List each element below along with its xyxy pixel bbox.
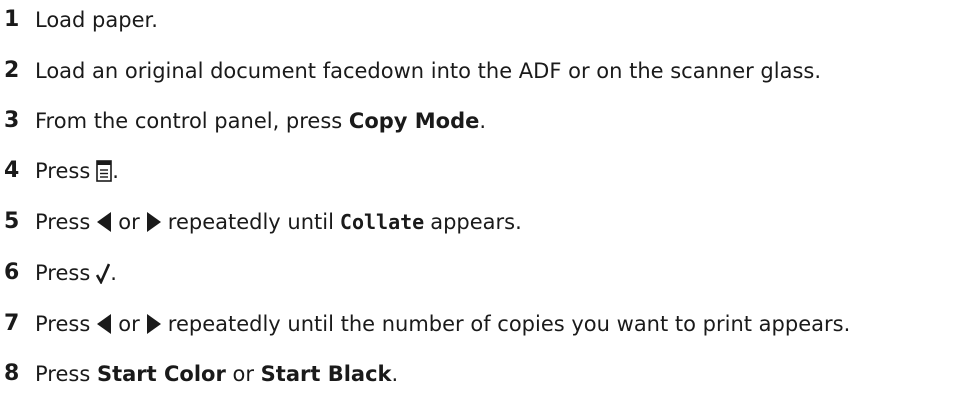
step-text-before: Press [35, 261, 91, 285]
step-text-before: Press [35, 362, 97, 386]
step-1: 1 Load paper. [0, 5, 158, 35]
step-4: 4 Press . [0, 156, 119, 186]
step-text: Load an original document facedown into … [35, 59, 822, 83]
start-color-label: Start Color [96, 362, 226, 386]
step-text-after: appears. [430, 210, 522, 234]
step-6: 6 Press . [0, 258, 117, 288]
instruction-steps: 1 Load paper. 2 Load an original documen… [0, 0, 969, 412]
step-text-before: From the control panel, press [35, 109, 349, 133]
step-text: From the control panel, press Copy Mode. [35, 106, 486, 136]
step-2: 2 Load an original document facedown int… [0, 56, 821, 86]
right-arrow-icon [146, 211, 162, 233]
step-7: 7 Press or repeatedly until the number o… [0, 309, 850, 339]
step-number: 3 [4, 108, 20, 133]
step-text-before: Press [35, 159, 91, 183]
step-number: 8 [4, 361, 20, 386]
step-text-after: . [391, 362, 399, 386]
step-text-before: Press [35, 312, 91, 336]
left-arrow-icon [96, 313, 112, 335]
step-number: 4 [4, 158, 20, 183]
step-text-after: . [112, 159, 119, 183]
menu-icon [96, 160, 113, 182]
step-text: Press or repeatedly until the number of … [35, 309, 850, 339]
step-number: 7 [4, 311, 20, 336]
or-text: or [118, 312, 140, 336]
step-text: Press . [35, 156, 119, 186]
step-8: 8 Press Start Color or Start Black. [0, 359, 398, 389]
step-text: Press . [35, 258, 117, 288]
step-number: 6 [4, 260, 20, 285]
or-text: or [225, 362, 261, 386]
step-text: Press or repeatedly until Collate appear… [35, 207, 522, 237]
step-text: Load paper. [35, 8, 158, 32]
step-text-after: repeatedly until the number of copies yo… [167, 312, 851, 336]
step-text: Press Start Color or Start Black. [35, 359, 398, 389]
left-arrow-icon [96, 211, 112, 233]
or-text: or [118, 210, 140, 234]
step-text-middle: repeatedly until [167, 210, 334, 234]
step-text-before: Press [35, 210, 91, 234]
step-number: 1 [4, 7, 20, 32]
step-number: 2 [4, 58, 20, 83]
copy-mode-label: Copy Mode [348, 109, 480, 133]
step-3: 3 From the control panel, press Copy Mod… [0, 106, 486, 136]
checkmark-icon [96, 262, 111, 284]
step-text-after: . [479, 109, 487, 133]
collate-code: Collate [339, 210, 425, 234]
right-arrow-icon [146, 313, 162, 335]
step-number: 5 [4, 209, 20, 234]
start-black-label: Start Black [260, 362, 392, 386]
step-5: 5 Press or repeatedly until Collate appe… [0, 207, 522, 237]
step-text-after: . [110, 261, 117, 285]
